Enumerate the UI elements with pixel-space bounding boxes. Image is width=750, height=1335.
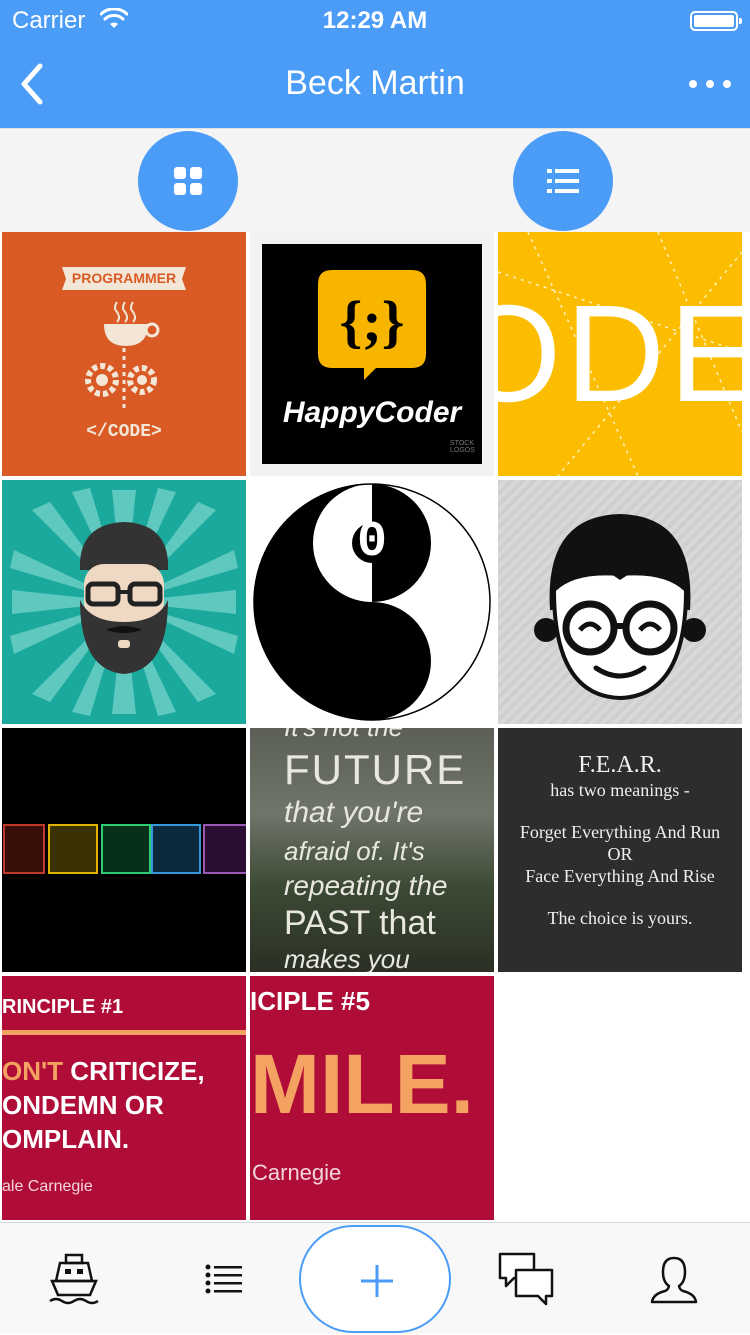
tile-code-text: </CODE> [86, 422, 162, 442]
photo-grid: PROGRAMMER </CODE> {;} HappyCoder STOCK … [0, 232, 750, 1222]
battery-icon [690, 11, 742, 31]
tile-programmer-code[interactable]: PROGRAMMER </CODE> [2, 232, 246, 476]
fear-title: F.E.A.R. [578, 752, 662, 778]
quote-line-2: FUTURE [284, 746, 467, 793]
principle-heading: ICIPLE #5 [250, 986, 370, 1016]
tile-future-quote[interactable]: It's not the FUTURE that you're afraid o… [250, 728, 494, 972]
fear-line-3: The choice is yours. [547, 908, 693, 928]
principle-line-1: ON'T CRITICIZE, [2, 1056, 205, 1086]
quote-line-6: PAST that [284, 904, 436, 942]
quote-line-3: that you're [284, 796, 424, 829]
tab-add[interactable] [299, 1225, 451, 1333]
tab-home[interactable] [14, 1223, 134, 1335]
tile-happy-coder[interactable]: {;} HappyCoder STOCK LOGOS [250, 232, 494, 476]
clock: 12:29 AM [322, 7, 428, 34]
quote-line-1: It's not the [284, 728, 403, 743]
tile-principle-1[interactable]: RINCIPLE #1 ON'T CRITICIZE, ONDEMN OR OM… [2, 976, 246, 1220]
tile-banner-text: PROGRAMMER [71, 270, 177, 286]
page-title: Beck Martin [285, 64, 465, 102]
code-text: ODE [498, 277, 742, 431]
tab-messages[interactable] [466, 1223, 586, 1335]
tab-bar [0, 1222, 750, 1334]
tab-list[interactable] [164, 1223, 284, 1335]
nerd-face-illustration [498, 480, 742, 724]
happy-coder-text: HappyCoder [282, 396, 462, 429]
grid-view-icon [174, 167, 202, 195]
principle-line-3: OMPLAIN. [2, 1124, 130, 1154]
more-dots-icon[interactable] [688, 74, 732, 94]
ship-icon [49, 1253, 99, 1305]
fear-subtitle: has two meanings - [550, 780, 690, 800]
grid-view-button[interactable] [138, 131, 238, 231]
fear-line-or: OR [607, 844, 633, 864]
user-icon [650, 1256, 698, 1304]
status-bar: Carrier 12:29 AM [0, 0, 750, 40]
tile-bearded-hipster[interactable] [2, 480, 246, 724]
list-view-button[interactable] [513, 131, 613, 231]
binary-zero: 0 [356, 514, 387, 571]
rainbow-squares-illustration [3, 824, 246, 874]
tile-nerd-glasses[interactable] [498, 480, 742, 724]
nav-bar: Beck Martin [0, 40, 750, 128]
tile-code-yellow[interactable]: ODE [498, 232, 742, 476]
tile-fear-quote[interactable]: F.E.A.R. has two meanings - Forget Every… [498, 728, 742, 972]
principle-author: ale Carnegie [2, 1178, 93, 1195]
plus-icon [361, 1265, 393, 1297]
braces-glyph: {;} [339, 289, 405, 354]
tile-principle-5[interactable]: ICIPLE #5 MILE. Carnegie [250, 976, 494, 1220]
quote-line-5: repeating the [284, 870, 448, 901]
watermark-text: STOCK LOGOS [450, 440, 475, 454]
tab-profile[interactable] [614, 1223, 734, 1335]
principle-heading: RINCIPLE #1 [2, 996, 124, 1018]
principle-big-word: MILE. [250, 1037, 474, 1131]
quote-line-7: makes you [284, 944, 410, 972]
view-toggle-bar [0, 128, 750, 232]
bearded-man-illustration [10, 488, 238, 716]
tile-yin-yang-binary[interactable]: 0 1 [250, 480, 494, 724]
tile-rainbow-squares[interactable] [2, 728, 246, 972]
principle-line-2: ONDEMN OR [2, 1090, 164, 1120]
divider [2, 1030, 246, 1035]
list-icon [205, 1264, 242, 1294]
list-view-icon [547, 169, 579, 193]
principle-author: Carnegie [252, 1160, 342, 1185]
fear-line-2: Face Everything And Rise [525, 866, 715, 886]
chat-bubbles-icon [498, 1252, 554, 1306]
fear-line-1: Forget Everything And Run [519, 822, 721, 842]
binary-one: 1 [356, 626, 387, 683]
quote-line-4: afraid of. It's [284, 836, 425, 866]
